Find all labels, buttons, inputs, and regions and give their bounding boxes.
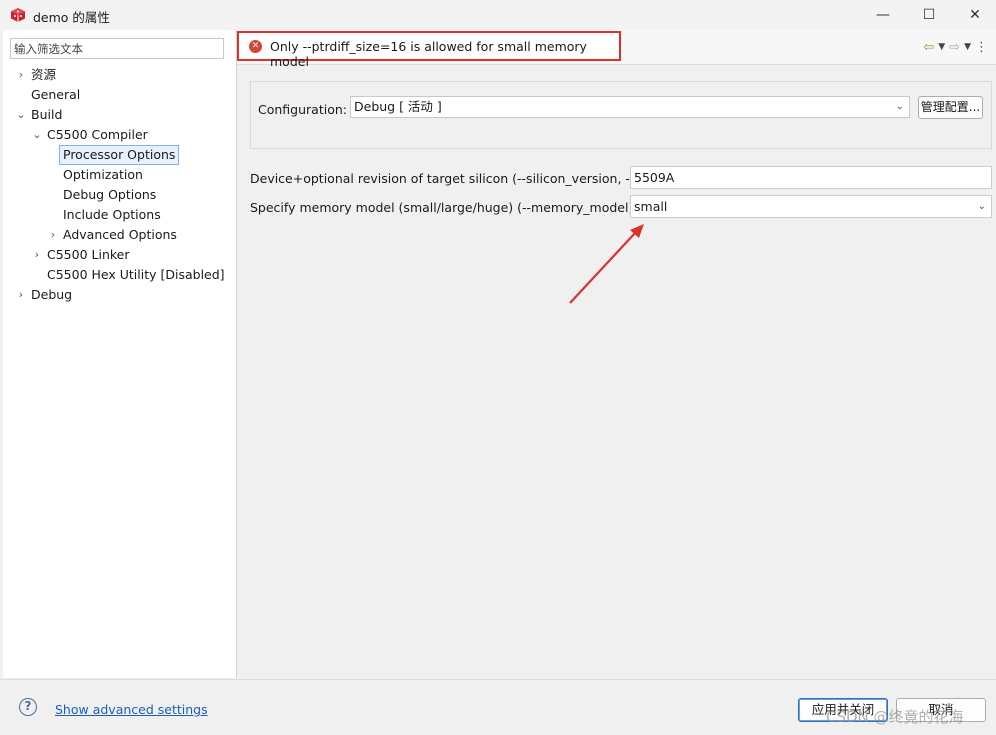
silicon-version-input[interactable]: 5509A: [630, 166, 992, 189]
memory-model-value: small: [634, 199, 668, 214]
property-tree-pane: › 资源 General ⌄ Build ⌄ C5500 Compiler Pr…: [3, 30, 237, 678]
tree-item-optimization[interactable]: Optimization: [63, 165, 143, 185]
chevron-right-icon[interactable]: ›: [48, 225, 58, 245]
error-message-box: ✕ Only --ptrdiff_size=16 is allowed for …: [237, 31, 621, 69]
show-advanced-settings-link[interactable]: Show advanced settings: [55, 702, 208, 717]
tree-item-advanced-options[interactable]: Advanced Options: [63, 225, 177, 245]
manage-configurations-button[interactable]: 管理配置...: [918, 96, 983, 119]
chevron-down-icon[interactable]: ⌄: [16, 105, 26, 125]
memory-model-label: Specify memory model (small/large/huge) …: [250, 200, 634, 215]
tree-item-build[interactable]: Build: [31, 105, 62, 125]
app-cube-icon: [11, 8, 25, 22]
error-icon: ✕: [249, 40, 262, 53]
page-header: ✕ Only --ptrdiff_size=16 is allowed for …: [237, 30, 996, 69]
memory-model-select[interactable]: small ⌄: [630, 195, 992, 218]
back-dropdown-icon[interactable]: ▼: [938, 42, 945, 52]
chevron-down-icon: ⌄: [895, 101, 904, 112]
tree-item-compiler[interactable]: C5500 Compiler: [47, 125, 148, 145]
tree-item-debug-options[interactable]: Debug Options: [63, 185, 156, 205]
properties-content-pane: ✕ Only --ptrdiff_size=16 is allowed for …: [237, 30, 996, 678]
close-button[interactable]: ✕: [952, 0, 996, 30]
tree-item-include-options[interactable]: Include Options: [63, 205, 161, 225]
error-message: Only --ptrdiff_size=16 is allowed for sm…: [270, 39, 587, 69]
tree-item-linker[interactable]: C5500 Linker: [47, 245, 130, 265]
configuration-group: Configuration: Debug [ 活动 ] ⌄ 管理配置...: [250, 81, 992, 149]
configuration-select[interactable]: Debug [ 活动 ] ⌄: [350, 96, 910, 118]
watermark: CSDN @终竟的花海: [826, 708, 964, 726]
tree-item-hex-utility[interactable]: C5500 Hex Utility [Disabled]: [47, 265, 225, 285]
window-title: demo 的属性: [33, 10, 110, 25]
chevron-right-icon[interactable]: ›: [32, 245, 42, 265]
back-arrow-icon[interactable]: ⇦: [923, 40, 934, 55]
tree-item-debug[interactable]: Debug: [31, 285, 72, 305]
filter-input[interactable]: [10, 38, 224, 59]
tree-item-processor-options[interactable]: Processor Options: [59, 145, 180, 165]
tree-item-resources[interactable]: 资源: [31, 65, 56, 85]
maximize-button[interactable]: ☐: [906, 0, 952, 30]
forward-arrow-icon[interactable]: ⇨: [949, 40, 960, 55]
silicon-version-label: Device+optional revision of target silic…: [250, 171, 642, 186]
annotation-arrow: [569, 224, 644, 304]
tree-item-general[interactable]: General: [31, 85, 80, 105]
chevron-down-icon[interactable]: ⌄: [32, 125, 42, 145]
history-nav: ⇦ ▼ ⇨ ▼ ⋮: [923, 39, 988, 55]
title-bar: demo 的属性 — ☐ ✕: [0, 0, 996, 30]
forward-dropdown-icon[interactable]: ▼: [964, 42, 971, 52]
chevron-down-icon: ⌄: [977, 201, 986, 212]
configuration-value: Debug [ 活动 ]: [354, 99, 442, 114]
minimize-button[interactable]: —: [860, 0, 906, 30]
configuration-label: Configuration:: [258, 102, 347, 117]
chevron-right-icon[interactable]: ›: [16, 285, 26, 305]
view-menu-icon[interactable]: ⋮: [975, 40, 988, 55]
chevron-right-icon[interactable]: ›: [16, 65, 26, 85]
help-icon[interactable]: ?: [19, 698, 37, 716]
properties-window: demo 的属性 — ☐ ✕ › 资源 General ⌄ Build ⌄ C5…: [0, 0, 996, 735]
